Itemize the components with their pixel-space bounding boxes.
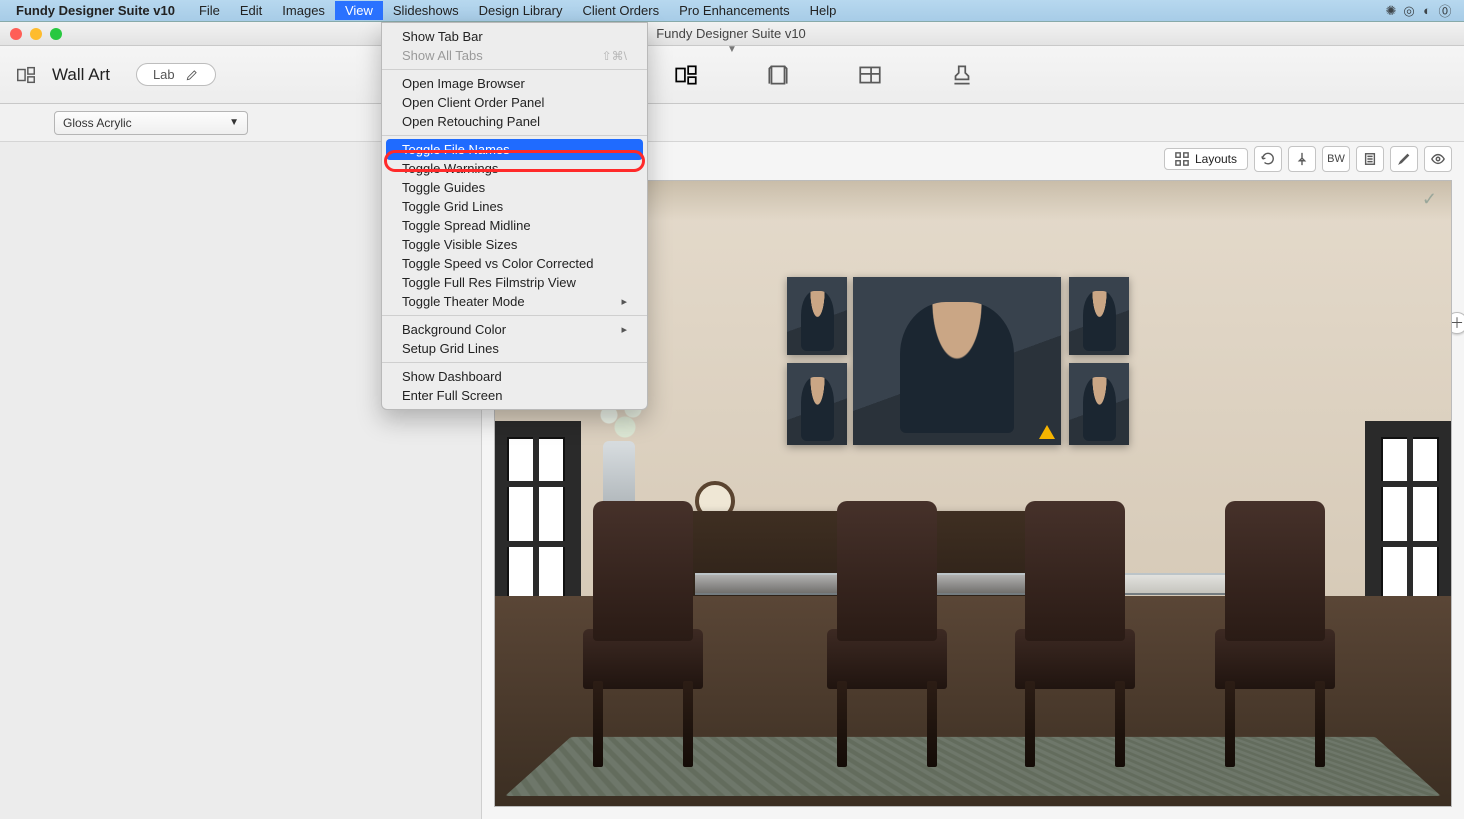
layouts-button[interactable]: Layouts: [1164, 148, 1248, 170]
menu-toggle-grid-lines[interactable]: Toggle Grid Lines: [382, 197, 647, 216]
close-window-button[interactable]: [10, 28, 22, 40]
view-menu-dropdown: Show Tab Bar Show All Tabs⇧⌘\ Open Image…: [381, 22, 648, 410]
preview-button[interactable]: [1424, 146, 1452, 172]
traffic-lights: [10, 28, 62, 40]
menu-pro-enhancements[interactable]: Pro Enhancements: [669, 1, 800, 20]
menu-edit[interactable]: Edit: [230, 1, 272, 20]
wall-art-frame-top-left[interactable]: [787, 277, 847, 355]
check-icon[interactable]: ✓: [1422, 189, 1437, 210]
refresh-button[interactable]: [1254, 146, 1282, 172]
chevron-down-icon: ▼: [229, 117, 239, 128]
bw-button[interactable]: BW: [1322, 146, 1350, 172]
calculator-button[interactable]: [1356, 146, 1384, 172]
menu-toggle-spread-midline[interactable]: Toggle Spread Midline: [382, 216, 647, 235]
room-chair-1: [583, 501, 703, 767]
menu-show-tab-bar[interactable]: Show Tab Bar: [382, 27, 647, 46]
room-chair-3: [1015, 501, 1135, 767]
menu-toggle-full-res-filmstrip[interactable]: Toggle Full Res Filmstrip View: [382, 273, 647, 292]
edit-button[interactable]: [1390, 146, 1418, 172]
menu-images[interactable]: Images: [272, 1, 335, 20]
tab-indicator-icon[interactable]: ▼: [727, 44, 737, 55]
pin-button[interactable]: [1288, 146, 1316, 172]
stamp-icon[interactable]: [946, 59, 978, 91]
window-titlebar: Fundy Designer Suite v10: [0, 22, 1464, 46]
status-icon-1[interactable]: ✺: [1382, 3, 1400, 19]
menu-slideshows[interactable]: Slideshows: [383, 1, 469, 20]
product-select[interactable]: Gloss Acrylic ▼: [54, 111, 248, 135]
app-window: Fundy Designer Suite v10 ▼ Wall Art Lab …: [0, 22, 1464, 819]
menubar-app-name[interactable]: Fundy Designer Suite v10: [16, 3, 175, 18]
product-select-value: Gloss Acrylic: [63, 116, 132, 130]
layout-grid-icon[interactable]: [854, 59, 886, 91]
lab-pill[interactable]: Lab: [136, 63, 216, 86]
wall-art-frame-bottom-left[interactable]: [787, 363, 847, 445]
wall-art-frame-bottom-right[interactable]: [1069, 363, 1129, 445]
menu-client-orders[interactable]: Client Orders: [572, 1, 669, 20]
menu-toggle-file-names[interactable]: Toggle File Names: [382, 140, 647, 159]
zoom-window-button[interactable]: [50, 28, 62, 40]
menu-toggle-guides[interactable]: Toggle Guides: [382, 178, 647, 197]
warning-icon: [1039, 425, 1055, 439]
menu-help[interactable]: Help: [800, 1, 847, 20]
menu-open-retouching-panel[interactable]: Open Retouching Panel: [382, 112, 647, 131]
menu-toggle-warnings[interactable]: Toggle Warnings: [382, 159, 647, 178]
menu-toggle-visible-sizes[interactable]: Toggle Visible Sizes: [382, 235, 647, 254]
bw-label: BW: [1327, 153, 1345, 165]
wall-art-frame-top-right[interactable]: [1069, 277, 1129, 355]
menu-open-image-browser[interactable]: Open Image Browser: [382, 74, 647, 93]
lab-label: Lab: [153, 67, 175, 82]
menu-setup-grid-lines[interactable]: Setup Grid Lines: [382, 339, 647, 358]
menu-open-client-order-panel[interactable]: Open Client Order Panel: [382, 93, 647, 112]
status-icon-4[interactable]: ⓪: [1436, 1, 1454, 20]
mode-title: Wall Art: [52, 65, 110, 85]
room-chair-2: [827, 501, 947, 767]
system-menubar: Fundy Designer Suite v10 File Edit Image…: [0, 0, 1464, 22]
album-icon[interactable]: [762, 59, 794, 91]
menu-toggle-speed-color[interactable]: Toggle Speed vs Color Corrected: [382, 254, 647, 273]
menu-toggle-theater-mode[interactable]: Toggle Theater Mode: [382, 292, 647, 311]
menu-show-all-tabs: Show All Tabs⇧⌘\: [382, 46, 647, 65]
main-split: Layouts BW ＋ ✓: [0, 142, 1464, 819]
wall-art-icon[interactable]: [670, 59, 702, 91]
room-table: [695, 573, 1291, 595]
status-icon-3[interactable]: ◐: [1418, 3, 1436, 18]
menu-enter-full-screen[interactable]: Enter Full Screen: [382, 386, 647, 405]
wall-art-frame-center[interactable]: [853, 277, 1061, 445]
wall-art-mode-icon: [14, 63, 38, 87]
menu-file[interactable]: File: [189, 1, 230, 20]
pencil-icon: [185, 68, 199, 82]
menu-design-library[interactable]: Design Library: [469, 1, 573, 20]
menu-background-color[interactable]: Background Color: [382, 320, 647, 339]
layouts-label: Layouts: [1195, 152, 1237, 166]
menu-view[interactable]: View: [335, 1, 383, 20]
status-icon-2[interactable]: ◎: [1400, 3, 1418, 19]
window-title: Fundy Designer Suite v10: [62, 26, 1400, 41]
grid-icon: [1175, 152, 1189, 166]
options-row: Gloss Acrylic ▼: [0, 104, 1464, 142]
room-chair-4: [1215, 501, 1335, 767]
menu-show-dashboard[interactable]: Show Dashboard: [382, 367, 647, 386]
minimize-window-button[interactable]: [30, 28, 42, 40]
